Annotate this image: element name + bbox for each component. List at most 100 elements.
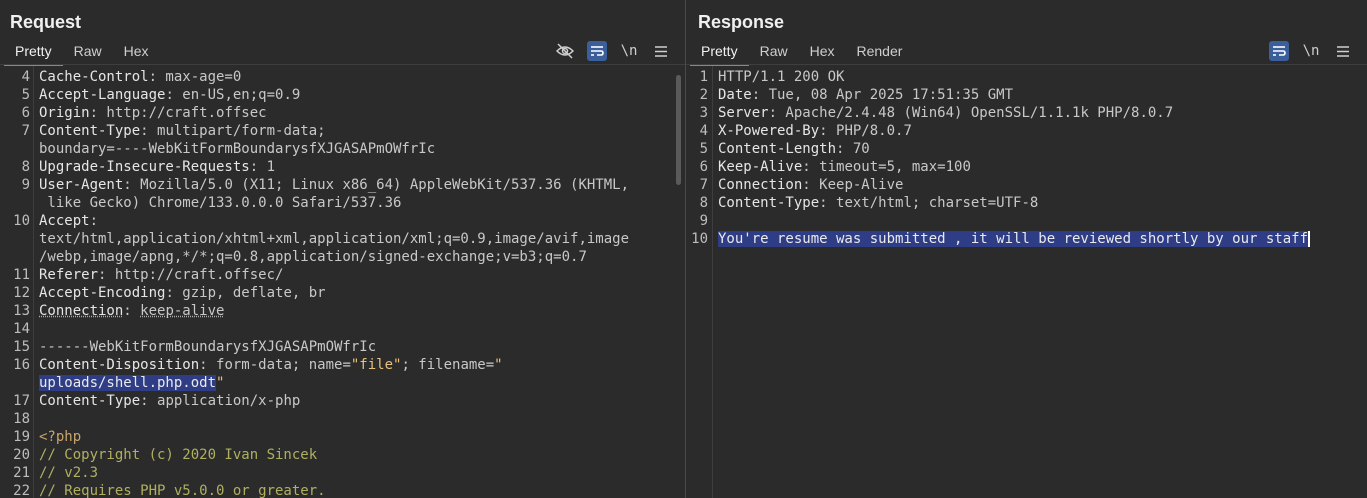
- tab-pretty[interactable]: Pretty: [4, 40, 63, 66]
- line-number: 14: [13, 321, 30, 337]
- code-token: "file": [350, 357, 402, 373]
- code-line: Date: Tue, 08 Apr 2025 17:51:35 GMT: [718, 86, 1351, 104]
- code-token: boundary=----WebKitFormBoundarysfXJGASAP…: [39, 141, 436, 157]
- line-number: 5: [21, 87, 30, 103]
- code-line: Referer: http://craft.offsec/: [39, 266, 669, 284]
- code-line: HTTP/1.1 200 OK: [718, 68, 1351, 86]
- menu-icon[interactable]: [651, 41, 671, 61]
- response-toolbar: \n: [1269, 40, 1353, 62]
- request-toolbar: \n: [555, 40, 671, 62]
- line-number: 22: [13, 483, 30, 498]
- show-newlines-button[interactable]: \n: [619, 41, 639, 61]
- code-token: <?php: [39, 429, 82, 445]
- show-newlines-button[interactable]: \n: [1301, 41, 1321, 61]
- code-line: You're resume was submitted , it will be…: [718, 230, 1351, 248]
- code-token: : gzip, deflate, br: [165, 285, 326, 301]
- code-token: ": [216, 375, 225, 391]
- line-number: 9: [21, 177, 30, 193]
- code-line: Connection: keep-alive: [39, 302, 669, 320]
- tab-hex[interactable]: Hex: [113, 40, 160, 64]
- code-token: : timeout=5, max=100: [802, 159, 971, 175]
- code-token: Connection: [718, 177, 803, 193]
- code-line: Connection: Keep-Alive: [718, 176, 1351, 194]
- tab-hex[interactable]: Hex: [799, 40, 846, 64]
- tab-pretty[interactable]: Pretty: [690, 40, 749, 66]
- line-number: 8: [699, 195, 708, 211]
- code-token: HTTP/1.1 200 OK: [718, 69, 845, 85]
- code-token: : Tue, 08 Apr 2025 17:51:35 GMT: [751, 87, 1014, 103]
- code-token: // v2.3: [39, 465, 99, 481]
- code-token: : max-age=0: [148, 69, 242, 85]
- line-number: 1: [699, 69, 708, 85]
- code-token: /webp,image/apng,*/*;q=0.8,application/s…: [39, 249, 587, 265]
- code-token: : en-US,en;q=0.9: [165, 87, 301, 103]
- code-line: like Gecko) Chrome/133.0.0.0 Safari/537.…: [39, 194, 669, 212]
- word-wrap-icon[interactable]: [1269, 41, 1289, 61]
- code-token: X-Powered-By: [718, 123, 820, 139]
- code-token: : application/x-php: [140, 393, 301, 409]
- tab-raw[interactable]: Raw: [749, 40, 799, 64]
- code-line: Keep-Alive: timeout=5, max=100: [718, 158, 1351, 176]
- code-line: Content-Disposition: form-data; name="fi…: [39, 356, 669, 374]
- code-token: : multipart/form-data;: [140, 123, 326, 139]
- code-token: Upgrade-Insecure-Requests: [39, 159, 250, 175]
- code-line: Cache-Control: max-age=0: [39, 68, 669, 86]
- code-token: Cache-Control: [39, 69, 149, 85]
- line-number: 15: [13, 339, 30, 355]
- line-number: 12: [13, 285, 30, 301]
- code-line: Accept-Language: en-US,en;q=0.9: [39, 86, 669, 104]
- line-number: 17: [13, 393, 30, 409]
- code-line: Accept-Encoding: gzip, deflate, br: [39, 284, 669, 302]
- line-number: 6: [21, 105, 30, 121]
- line-number: 2: [699, 87, 708, 103]
- line-number: 16: [13, 357, 30, 373]
- code-token: : form-data; name=: [199, 357, 351, 373]
- code-token: // Copyright (c) 2020 Ivan Sincek: [39, 447, 318, 463]
- code-token: keep-alive: [140, 303, 225, 319]
- code-line: Origin: http://craft.offsec: [39, 104, 669, 122]
- code-line: uploads/shell.php.odt": [39, 374, 669, 392]
- code-token: : http://craft.offsec/: [98, 267, 284, 283]
- code-token: like Gecko) Chrome/133.0.0.0 Safari/537.…: [39, 195, 402, 211]
- code-line: boundary=----WebKitFormBoundarysfXJGASAP…: [39, 140, 669, 158]
- request-scrollbar[interactable]: [676, 75, 681, 185]
- code-token: :: [89, 213, 99, 229]
- code-line: text/html,application/xhtml+xml,applicat…: [39, 230, 669, 248]
- code-token: Origin: [39, 105, 90, 121]
- code-token: : 1: [249, 159, 276, 175]
- code-token: User-Agent: [39, 177, 124, 193]
- line-number: 10: [13, 213, 30, 229]
- code-line: // Copyright (c) 2020 Ivan Sincek: [39, 446, 669, 464]
- code-line: // Requires PHP v5.0.0 or greater.: [39, 482, 669, 498]
- code-token: : Apache/2.4.48 (Win64) OpenSSL/1.1.1k P…: [768, 105, 1174, 121]
- code-token: ------WebKitFormBoundarysfXJGASAPmOWfrIc: [39, 339, 377, 355]
- response-pane: Response Pretty Raw Hex Render \n 1 HTTP/…: [686, 0, 1367, 498]
- code-token: :: [123, 303, 141, 319]
- code-token: Referer: [39, 267, 99, 283]
- code-line: <?php: [39, 428, 669, 446]
- code-line: X-Powered-By: PHP/8.0.7: [718, 122, 1351, 140]
- tab-render[interactable]: Render: [846, 40, 914, 64]
- line-number: 5: [699, 141, 708, 157]
- menu-icon[interactable]: [1333, 41, 1353, 61]
- line-number: 10: [691, 231, 708, 247]
- code-token: Accept: [39, 213, 90, 229]
- line-number: 18: [13, 411, 30, 427]
- code-line: Accept:: [39, 212, 669, 230]
- code-token: // Requires PHP v5.0.0 or greater.: [39, 483, 326, 498]
- word-wrap-icon[interactable]: [587, 41, 607, 61]
- line-number: 4: [21, 69, 30, 85]
- hide-nonprintable-icon[interactable]: [555, 41, 575, 61]
- selected-text: uploads/shell.php.odt: [39, 375, 217, 391]
- code-token: : PHP/8.0.7: [819, 123, 912, 139]
- code-line: User-Agent: Mozilla/5.0 (X11; Linux x86_…: [39, 176, 669, 194]
- line-number: 21: [13, 465, 30, 481]
- code-token: Content-Length: [718, 141, 837, 157]
- response-tabs: Pretty Raw Hex Render: [690, 40, 914, 66]
- code-line: Content-Type: multipart/form-data;: [39, 122, 669, 140]
- response-title: Response: [698, 12, 785, 32]
- code-token: : http://craft.offsec: [89, 105, 267, 121]
- tab-raw[interactable]: Raw: [63, 40, 113, 64]
- line-number: 9: [699, 213, 708, 229]
- code-token: Content-Type: [39, 123, 141, 139]
